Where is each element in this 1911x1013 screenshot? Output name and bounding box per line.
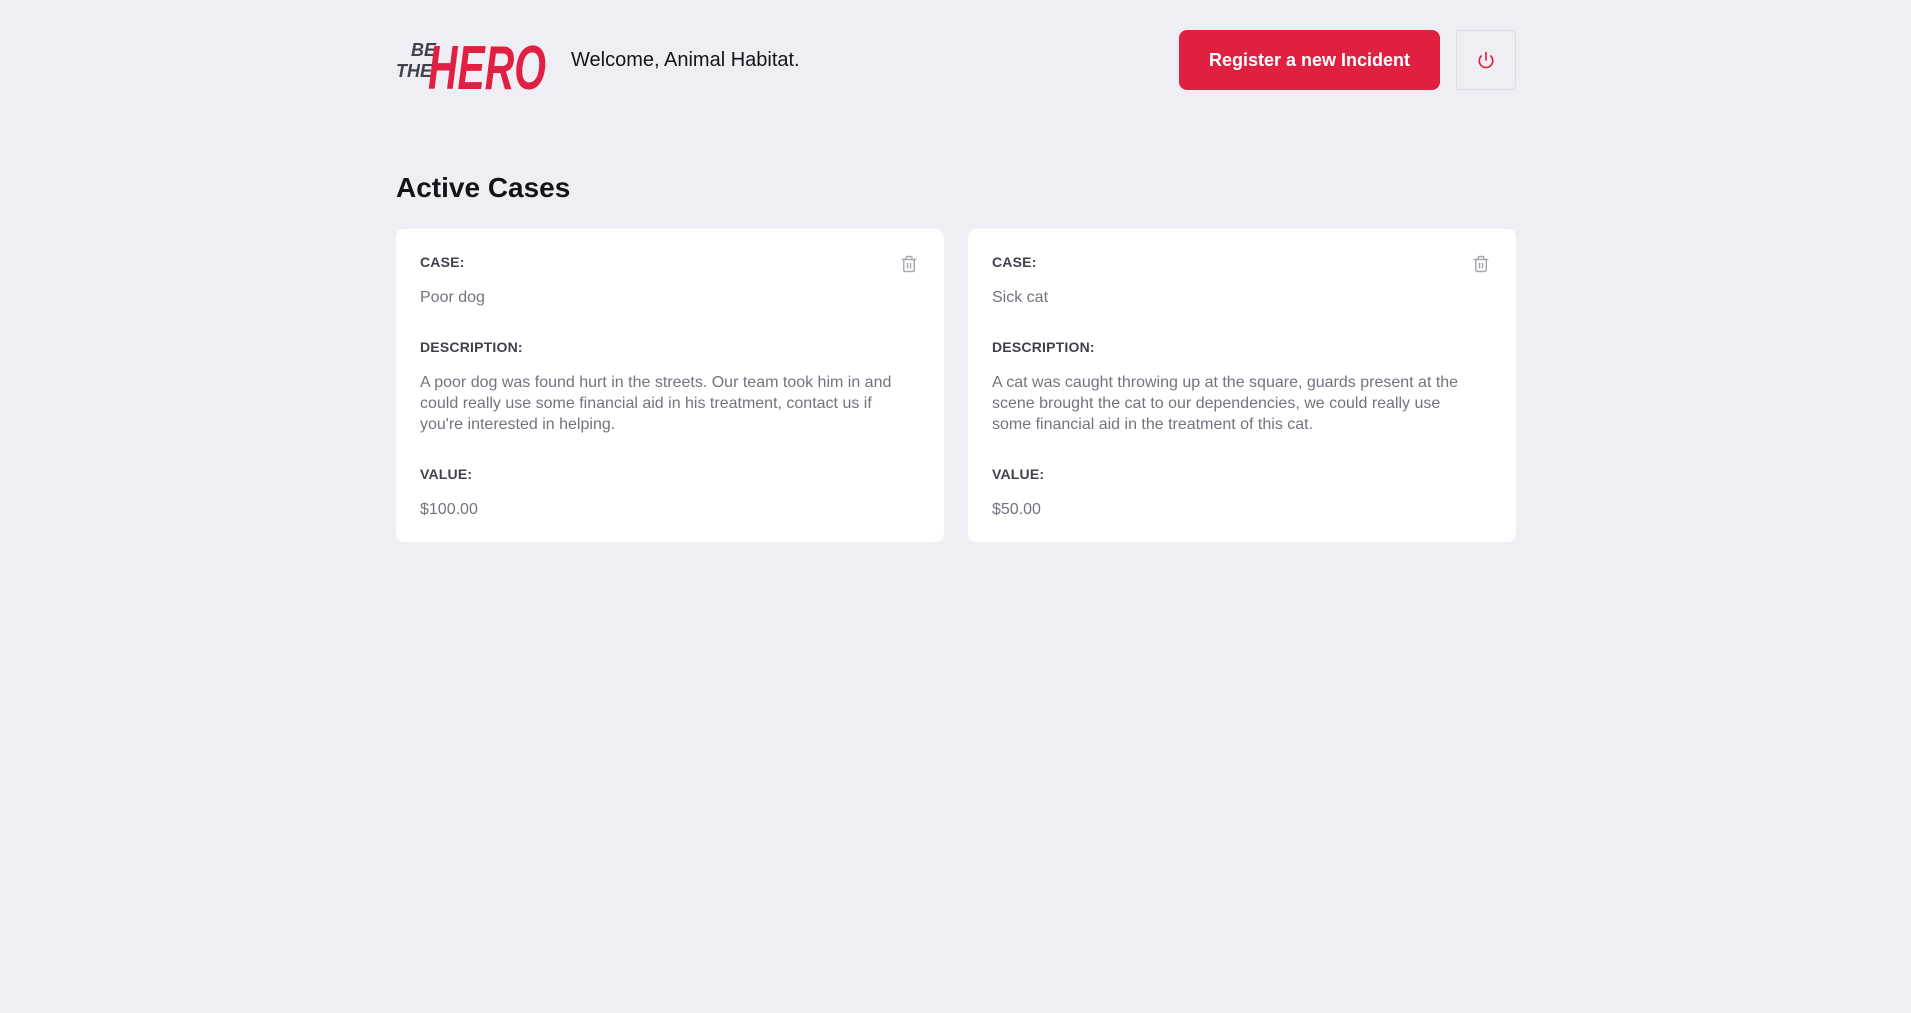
be-the-hero-logo: BE THE HERO [396,34,546,93]
case-card: CASE: Poor dog DESCRIPTION: A poor dog w… [396,229,944,542]
top-bar: BE THE HERO Welcome, Animal Habitat. Reg… [396,0,1516,120]
description-label: DESCRIPTION: [420,339,523,355]
delete-case-button[interactable] [898,253,920,275]
value-label: VALUE: [420,466,473,482]
cases-list: CASE: Poor dog DESCRIPTION: A poor dog w… [396,229,1516,542]
trash-icon [1472,254,1490,274]
power-icon [1477,51,1495,69]
case-title: Poor dog [420,289,485,306]
page-title: Active Cases [396,172,571,203]
case-card: CASE: Sick cat DESCRIPTION: A cat was ca… [968,229,1516,542]
case-description: A cat was caught throwing up at the squa… [992,374,1459,433]
trash-icon [900,254,918,274]
case-title: Sick cat [992,289,1049,306]
description-label: DESCRIPTION: [992,339,1095,355]
value-label: VALUE: [992,466,1045,482]
delete-case-button[interactable] [1470,253,1492,275]
svg-text:HERO: HERO [428,34,546,93]
register-incident-button[interactable]: Register a new Incident [1179,30,1440,90]
page-container: BE THE HERO Welcome, Animal Habitat. Reg… [396,0,1516,542]
welcome-message: Welcome, Animal Habitat. [571,49,800,71]
case-value: $100.00 [420,501,478,518]
case-label: CASE: [992,254,1037,270]
logout-button[interactable] [1456,30,1516,90]
case-value: $50.00 [992,501,1041,518]
case-label: CASE: [420,254,465,270]
case-description: A poor dog was found hurt in the streets… [420,374,892,433]
